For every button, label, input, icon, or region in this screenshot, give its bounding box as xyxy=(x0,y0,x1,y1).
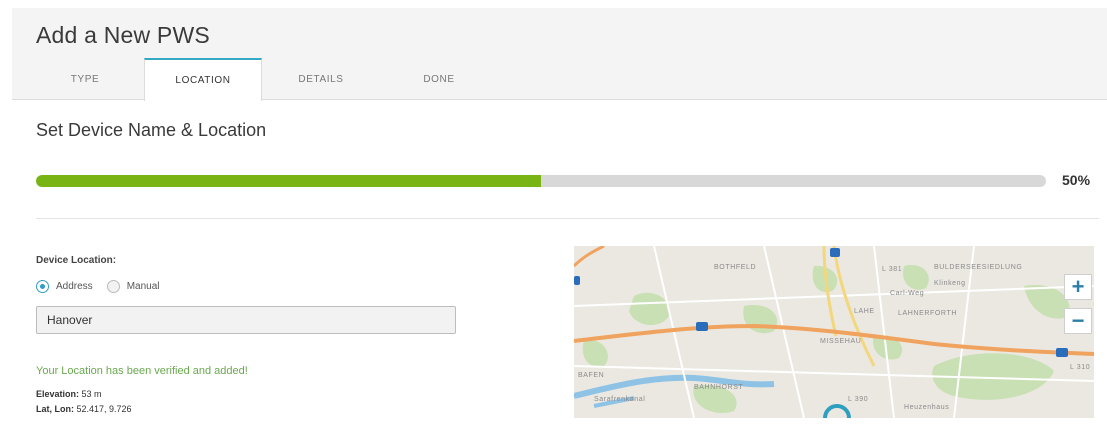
progress-percent: 50% xyxy=(1062,172,1091,188)
device-location-label: Device Location: xyxy=(36,255,117,266)
page-header: Add a New PWS TYPE LOCATION DETAILS DONE xyxy=(12,8,1107,101)
map-label-kanal: Sarafrenkanal xyxy=(594,396,646,403)
map-label-bothfeld: BOTHFELD xyxy=(714,264,757,271)
latlon-readout: Lat, Lon: 52.417, 9.726 xyxy=(36,404,132,414)
latlon-label: Lat, Lon: xyxy=(36,404,74,414)
divider xyxy=(36,218,1099,219)
location-map[interactable]: BOTHFELD BULDERSEESIEDLUNG Klinkeng Carl… xyxy=(574,246,1094,418)
wizard-tabs: TYPE LOCATION DETAILS DONE xyxy=(26,58,498,101)
zoom-in-button[interactable]: + xyxy=(1064,274,1092,300)
address-radio-label[interactable]: Address xyxy=(56,281,93,292)
map-label-lahnerforth: LAHNERFORTH xyxy=(898,310,957,317)
map-label-l390: L 390 xyxy=(848,396,869,403)
map-graphic xyxy=(574,246,1094,418)
progress-bar xyxy=(36,175,1046,187)
map-label-lahe: LAHE xyxy=(854,308,875,315)
manual-radio-label[interactable]: Manual xyxy=(127,281,160,292)
section-title: Set Device Name & Location xyxy=(36,120,267,140)
elevation-value: 53 m xyxy=(81,389,102,399)
zoom-out-button[interactable]: − xyxy=(1064,308,1092,334)
page-title: Add a New PWS xyxy=(36,22,210,48)
map-label-buldersee: BULDERSEESIEDLUNG xyxy=(934,264,1023,271)
latlon-value: 52.417, 9.726 xyxy=(76,404,132,414)
progress-bar-fill xyxy=(36,175,541,187)
map-label-klinkeng: Klinkeng xyxy=(934,280,966,287)
map-label-bahnhorst: BAHNHORST xyxy=(694,384,744,391)
tab-done[interactable]: DONE xyxy=(380,58,498,100)
map-label-heuzenhaus: Heuzenhaus xyxy=(904,404,950,411)
map-label-missehau: MISSEHAU xyxy=(820,338,862,345)
address-input[interactable] xyxy=(36,306,456,334)
map-label-l310: L 310 xyxy=(1070,364,1091,371)
map-label-l381: L 381 xyxy=(882,266,903,273)
elevation-label: Elevation: xyxy=(36,389,80,399)
manual-radio[interactable] xyxy=(106,280,120,293)
tab-details[interactable]: DETAILS xyxy=(262,58,380,100)
elevation-readout: Elevation: 53 m xyxy=(36,389,102,399)
map-label-carlweg: Carl-Weg xyxy=(890,290,925,297)
tab-location[interactable]: LOCATION xyxy=(144,58,262,101)
location-mode-radios: Address Manual xyxy=(36,280,174,293)
tab-type[interactable]: TYPE xyxy=(26,58,144,100)
map-label-bafen: BAFEN xyxy=(578,372,605,379)
verified-message: Your Location has been verified and adde… xyxy=(36,365,248,377)
address-radio[interactable] xyxy=(36,280,49,293)
